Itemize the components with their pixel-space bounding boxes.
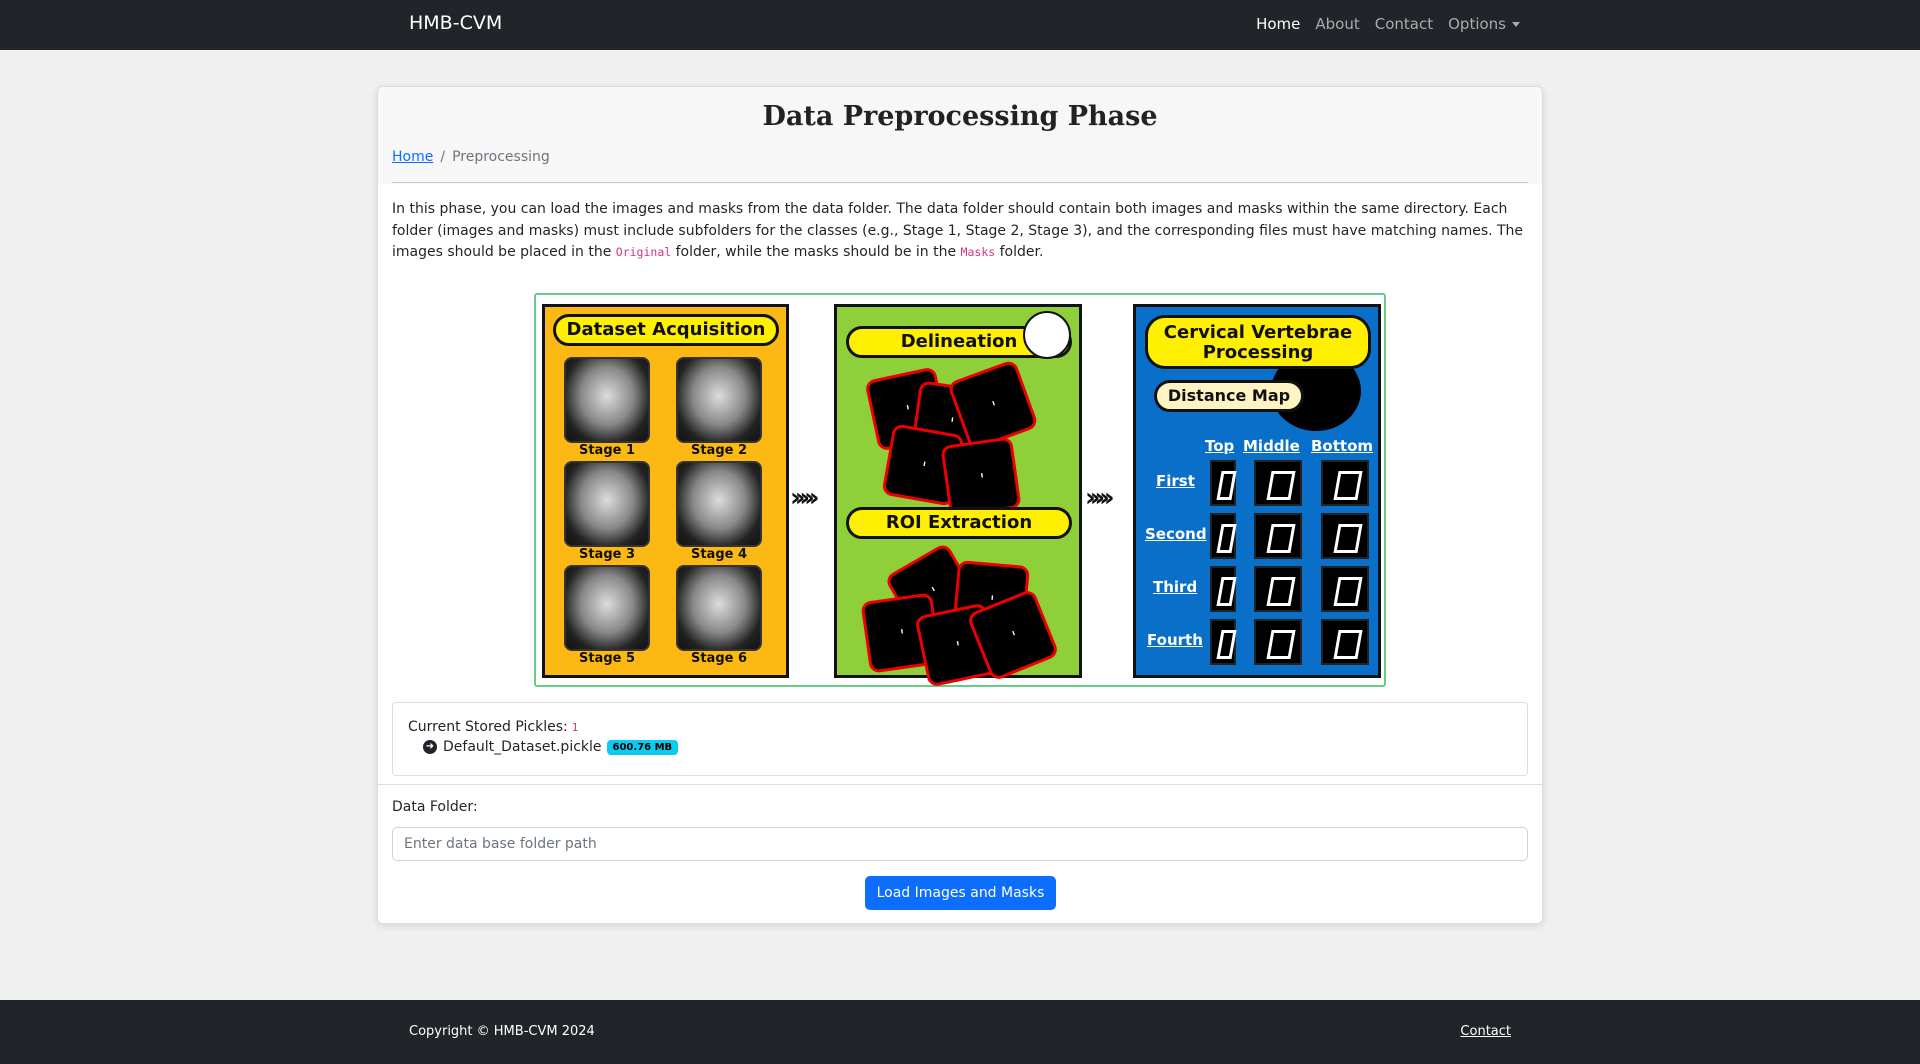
footer-contact-link[interactable]: Contact — [1460, 1024, 1511, 1039]
copyright-text: Copyright © HMB-CVM 2024 — [409, 1024, 595, 1039]
intro-paragraph: In this phase, you can load the images a… — [392, 199, 1528, 264]
intro-text-2: folder, while the masks should be in the — [671, 244, 961, 260]
vertebra-cell — [1210, 513, 1236, 559]
nav-home[interactable]: Home — [1256, 15, 1300, 33]
masks-folder-code: Masks — [960, 245, 996, 259]
stage-label: Stage 1 — [578, 443, 636, 458]
vertebra-cell — [1210, 460, 1236, 506]
pickles-label: Current Stored Pickles: — [408, 719, 568, 735]
stage-label: Stage 3 — [578, 547, 636, 562]
breadcrumb-separator: / — [440, 149, 446, 165]
vertebrae-processing-title: Cervical Vertebrae Processing — [1145, 315, 1371, 369]
stage-label: Stage 2 — [690, 443, 748, 458]
pickles-header: Current Stored Pickles: 1 — [408, 719, 578, 735]
pickle-name: Default_Dataset.pickle — [443, 739, 602, 755]
vertebra-cell — [1254, 460, 1302, 506]
vertebrae-processing-panel: Cervical Vertebrae Processing Distance M… — [1133, 304, 1381, 678]
pipeline-figure: Dataset Acquisition Stage 1 Stage 2 Stag… — [534, 293, 1386, 688]
page-title: Data Preprocessing Phase — [762, 101, 1158, 132]
stage-label: Stage 6 — [690, 651, 748, 666]
card-header: Data Preprocessing Phase Home / Preprocess… — [378, 87, 1542, 184]
roi-extraction-title: ROI Extraction — [846, 507, 1072, 539]
pickle-item: ➜ Default_Dataset.pickle 600.76 MB — [423, 739, 679, 755]
chevron-arrow-icon: ››››› — [1085, 483, 1114, 513]
pickles-count: 1 — [571, 721, 579, 734]
dataset-acquisition-panel: Dataset Acquisition Stage 1 Stage 2 Stag… — [542, 304, 789, 678]
nav-about[interactable]: About — [1315, 15, 1359, 33]
form-divider — [378, 784, 1542, 785]
vertebra-cell — [1321, 566, 1369, 612]
nav-links: Home About Contact Options — [1241, 15, 1520, 33]
breadcrumb-home[interactable]: Home — [392, 149, 433, 165]
vertebra-cell — [1254, 513, 1302, 559]
row-header: Third — [1153, 578, 1198, 596]
delineation-panel: Delineation ROI Extraction — [834, 304, 1082, 688]
pickle-size-badge: 600.76 MB — [606, 739, 679, 755]
row-header: Second — [1145, 525, 1207, 543]
intro-text-3: folder. — [995, 244, 1044, 260]
distance-map-title: Distance Map — [1154, 380, 1304, 412]
doctor-icon — [1023, 311, 1071, 359]
vertebra-cell — [1321, 619, 1369, 665]
nav-options-label: Options — [1448, 15, 1506, 33]
vertebra-cell — [1210, 566, 1236, 612]
stored-pickles-box: Current Stored Pickles: 1 ➜ Default_Datas… — [392, 702, 1528, 776]
data-folder-input[interactable] — [392, 827, 1528, 861]
vertebra-cell — [1254, 619, 1302, 665]
vertebra-cell — [1210, 619, 1236, 665]
arrow-circle-right-icon: ➜ — [423, 740, 437, 754]
xray-image — [564, 461, 650, 547]
preprocessing-card: Data Preprocessing Phase Home / Preprocess… — [377, 86, 1543, 924]
brand-link[interactable]: HMB-CVM — [409, 12, 502, 34]
stage-label: Stage 5 — [578, 651, 636, 666]
data-folder-label: Data Folder: — [392, 799, 478, 815]
xray-image — [676, 461, 762, 547]
xray-image — [676, 565, 762, 651]
dataset-acquisition-title: Dataset Acquisition — [553, 314, 779, 346]
xray-image — [676, 357, 762, 443]
col-header: Bottom — [1311, 437, 1374, 455]
page-footer: Copyright © HMB-CVM 2024 Contact — [0, 1000, 1920, 1064]
vertebra-cell — [1321, 460, 1369, 506]
original-folder-code: Original — [615, 245, 672, 259]
col-header: Top — [1205, 437, 1235, 455]
row-header: First — [1156, 472, 1195, 490]
caret-down-icon — [1512, 22, 1520, 27]
row-header: Fourth — [1147, 631, 1203, 649]
load-images-button[interactable]: Load Images and Masks — [865, 876, 1056, 910]
breadcrumb-current: Preprocessing — [452, 149, 550, 165]
roi-tile — [940, 436, 1022, 518]
xray-image — [564, 357, 650, 443]
nav-contact[interactable]: Contact — [1375, 15, 1433, 33]
stage-label: Stage 4 — [690, 547, 748, 562]
xray-image — [564, 565, 650, 651]
breadcrumb: Home / Preprocessing — [392, 149, 550, 165]
header-divider — [392, 182, 1528, 183]
vertebra-cell — [1321, 513, 1369, 559]
top-navbar: HMB-CVM Home About Contact Options — [0, 0, 1920, 50]
nav-options-dropdown[interactable]: Options — [1448, 15, 1520, 33]
col-header: Middle — [1243, 437, 1300, 455]
chevron-arrow-icon: ››››› — [790, 483, 819, 513]
vertebra-cell — [1254, 566, 1302, 612]
